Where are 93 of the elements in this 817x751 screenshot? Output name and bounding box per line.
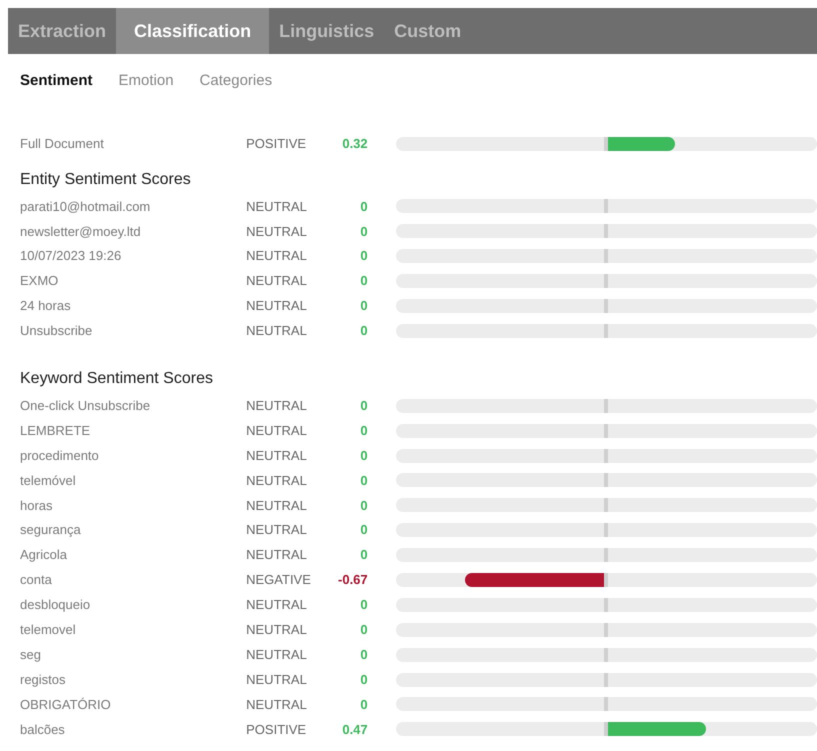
entity-name: horas — [20, 496, 54, 515]
sentiment-score: 0 — [359, 496, 369, 515]
sentiment-score: 0.32 — [341, 134, 369, 153]
subtab[interactable]: Emotion — [118, 70, 174, 92]
sentiment-label: NEUTRAL — [246, 272, 308, 290]
sentiment-score: 0 — [359, 422, 369, 440]
sentiment-label: NEUTRAL — [246, 621, 308, 640]
entity-name: segurança — [20, 521, 82, 540]
sentiment-score: 0 — [359, 322, 369, 340]
sentiment-score: 0 — [359, 596, 369, 614]
entity-name: parati10@hotmail.com — [20, 198, 152, 216]
center-marker — [604, 598, 608, 612]
sentiment-score: 0 — [359, 297, 369, 316]
sentiment-label: NEUTRAL — [246, 297, 308, 316]
sentiment-label: NEUTRAL — [246, 472, 308, 490]
center-marker — [604, 622, 608, 637]
entity-name: balcões — [20, 720, 66, 739]
entity-name: newsletter@moey.ltd — [20, 222, 142, 241]
sentiment-score: 0 — [359, 272, 369, 290]
sentiment-score: 0 — [359, 670, 369, 689]
entity-name: Agricola — [20, 546, 68, 564]
sentiment-label: NEUTRAL — [246, 446, 308, 465]
center-marker — [604, 672, 608, 687]
sentiment-score: 0 — [359, 397, 369, 416]
sentiment-label: NEUTRAL — [246, 521, 308, 540]
center-marker — [604, 249, 608, 264]
sentiment-score: -0.67 — [337, 571, 369, 590]
subtab[interactable]: Sentiment — [20, 70, 93, 92]
sentiment-score: 0 — [359, 546, 369, 564]
entity-name: seg — [20, 646, 42, 664]
center-marker — [604, 324, 608, 338]
sentiment-score: 0 — [359, 521, 369, 540]
center-marker — [604, 473, 608, 488]
sentiment-label: NEUTRAL — [246, 696, 308, 714]
sentiment-label: POSITIVE — [246, 134, 308, 153]
entity-name: 10/07/2023 19:26 — [20, 247, 122, 266]
center-marker — [604, 224, 608, 238]
subtab[interactable]: Categories — [200, 70, 272, 92]
entity-name: Full Document — [20, 134, 105, 153]
tab[interactable]: Linguistics — [269, 8, 384, 54]
sentiment-score: 0 — [359, 472, 369, 490]
sentiment-label: NEUTRAL — [246, 422, 308, 440]
sentiment-label: NEUTRAL — [246, 546, 308, 564]
sentiment-label: NEUTRAL — [246, 247, 308, 266]
center-marker — [604, 523, 608, 538]
sentiment-label: POSITIVE — [246, 720, 308, 739]
center-marker — [604, 136, 608, 150]
entity-name: Unsubscribe — [20, 322, 94, 340]
center-marker — [604, 648, 608, 662]
sentiment-score: 0 — [359, 446, 369, 465]
center-marker — [604, 548, 608, 562]
sentiment-score: 0 — [359, 621, 369, 640]
sentiment-score: 0 — [359, 696, 369, 714]
tab[interactable]: Custom — [384, 8, 472, 54]
sentiment-score: 0.47 — [341, 720, 369, 739]
sentiment-label: NEUTRAL — [246, 397, 308, 416]
sentiment-label: NEGATIVE — [246, 571, 312, 590]
entity-name: procedimento — [20, 446, 100, 465]
sentiment-score: 0 — [359, 247, 369, 266]
section-heading: Entity Sentiment Scores — [20, 170, 192, 190]
tab[interactable]: Classification — [116, 8, 270, 54]
center-marker — [604, 199, 608, 214]
sentiment-label: NEUTRAL — [246, 198, 308, 216]
entity-name: OBRIGATÓRIO — [20, 696, 112, 714]
center-marker — [604, 299, 608, 313]
center-marker — [604, 274, 608, 288]
entity-name: One-click Unsubscribe — [20, 397, 152, 416]
sentiment-label: NEUTRAL — [246, 496, 308, 515]
entity-name: 24 horas — [20, 297, 72, 316]
center-marker — [604, 573, 608, 588]
sentiment-score: 0 — [359, 198, 369, 216]
sentiment-label: NEUTRAL — [246, 222, 308, 241]
center-marker — [604, 498, 608, 512]
entity-name: registos — [20, 670, 67, 689]
entity-name: EXMO — [20, 272, 60, 290]
center-marker — [604, 697, 608, 712]
center-marker — [604, 398, 608, 413]
entity-name: desbloqueio — [20, 596, 92, 614]
center-marker — [604, 448, 608, 463]
entity-name: LEMBRETE — [20, 422, 92, 440]
sentiment-label: NEUTRAL — [246, 670, 308, 689]
center-marker — [604, 424, 608, 438]
entity-name: conta — [20, 571, 53, 590]
center-marker — [604, 722, 608, 736]
entity-name: telemovel — [20, 621, 77, 640]
sentiment-score: 0 — [359, 646, 369, 664]
sentiment-label: NEUTRAL — [246, 646, 308, 664]
entity-name: telemóvel — [20, 472, 77, 490]
tab[interactable]: Extraction — [8, 8, 116, 54]
sentiment-label: NEUTRAL — [246, 322, 308, 340]
sentiment-score: 0 — [359, 222, 369, 241]
section-heading: Keyword Sentiment Scores — [20, 369, 214, 390]
sentiment-label: NEUTRAL — [246, 596, 308, 614]
